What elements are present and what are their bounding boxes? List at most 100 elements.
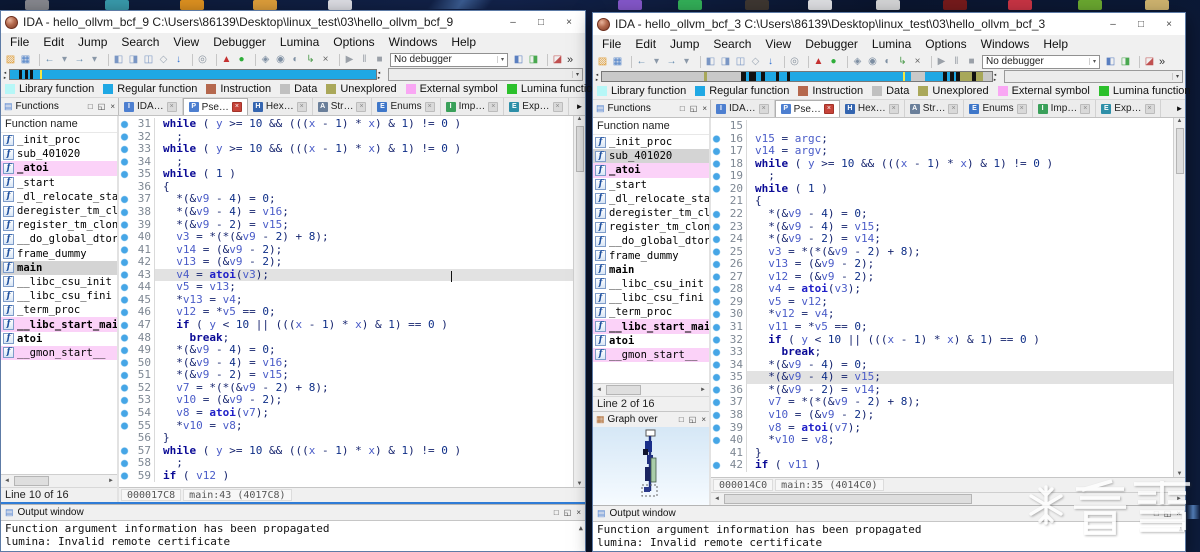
attach-process-icon[interactable]: ◨ bbox=[526, 52, 541, 67]
desktop-icon[interactable] bbox=[1145, 0, 1169, 10]
minimize-button[interactable]: – bbox=[1099, 15, 1127, 34]
function-row[interactable]: f __do_global_dtors_au bbox=[593, 234, 709, 248]
debug-stop-icon[interactable]: ■ bbox=[964, 54, 979, 69]
menu-item[interactable]: Edit bbox=[628, 37, 663, 51]
tab-strings[interactable]: A Str… × bbox=[312, 98, 373, 115]
menu-item[interactable]: Edit bbox=[36, 35, 71, 49]
output-log[interactable]: ▲ Function argument information has been… bbox=[593, 522, 1185, 551]
tab-pseudocode[interactable]: P Pse… × bbox=[774, 100, 840, 117]
tab-ida-view[interactable]: I IDA… × bbox=[119, 98, 183, 115]
function-row[interactable]: f atoi bbox=[1, 332, 117, 346]
open-subview-icon[interactable]: ◫ bbox=[141, 52, 156, 67]
tab-hex-view[interactable]: H Hex… × bbox=[839, 100, 905, 117]
code-vscrollbar[interactable]: ▲ ▼ bbox=[1173, 118, 1185, 477]
function-row[interactable]: f _term_proc bbox=[1, 303, 117, 317]
scroll-up-icon[interactable]: ▲ bbox=[579, 522, 583, 535]
scroll-down-icon[interactable]: ▼ bbox=[1177, 471, 1183, 477]
debug-pause-icon[interactable]: ‖ bbox=[357, 52, 372, 67]
trace-window-icon[interactable]: ◐ bbox=[288, 52, 303, 67]
scroll-left-icon[interactable]: ◄ bbox=[1, 478, 13, 484]
tab-hex-view[interactable]: H Hex… × bbox=[247, 98, 313, 115]
functions-hscrollbar[interactable]: ◄ ► bbox=[593, 383, 709, 396]
minimize-button[interactable]: – bbox=[499, 13, 527, 32]
close-button[interactable]: × bbox=[555, 13, 583, 32]
function-row[interactable]: f __libc_csu_fini bbox=[593, 291, 709, 305]
code-line[interactable]: 18 while ( y >= 10 && (((x - 1) * x) & 1… bbox=[711, 157, 1185, 171]
panel-close-icon[interactable]: × bbox=[576, 508, 581, 517]
pseudocode-lines[interactable]: 31 while ( y >= 10 && (((x - 1) * x) & 1… bbox=[119, 116, 585, 487]
call-stack-icon[interactable]: ◉ bbox=[865, 54, 880, 69]
flowchart-icon[interactable]: ▲ bbox=[811, 54, 826, 69]
function-row[interactable]: f deregister_tm_clones bbox=[1, 204, 117, 218]
code-line[interactable]: 20 while ( 1 ) bbox=[711, 182, 1185, 196]
desktop-icon[interactable] bbox=[180, 0, 204, 10]
code-line[interactable]: 28 v4 = atoi(v3); bbox=[711, 283, 1185, 296]
debug-stop-icon[interactable]: ■ bbox=[372, 52, 387, 67]
nav-back-icon[interactable]: ← bbox=[634, 54, 649, 69]
trace-window-icon[interactable]: ◐ bbox=[880, 54, 895, 69]
panel-maximize-icon[interactable]: □ bbox=[1154, 509, 1159, 518]
code-line[interactable]: 40 *v10 = v8; bbox=[711, 433, 1185, 447]
code-line[interactable]: 15 bbox=[711, 119, 1185, 133]
desktop-icon[interactable] bbox=[1008, 0, 1032, 10]
function-row[interactable]: f __libc_csu_init bbox=[593, 277, 709, 291]
step-into-icon[interactable]: ↳ bbox=[303, 52, 318, 67]
code-line[interactable]: 35 while ( 1 ) bbox=[119, 167, 585, 181]
windows-list-icon[interactable]: ◪ bbox=[1142, 54, 1157, 69]
nav-forward-icon[interactable]: → bbox=[664, 54, 679, 69]
open-subview-icon[interactable]: ◧ bbox=[111, 52, 126, 67]
save-icon[interactable]: ▦ bbox=[18, 52, 33, 67]
function-row[interactable]: f _dl_relocate_static_ bbox=[1, 190, 117, 204]
code-line[interactable]: 49 *(&v9 - 4) = 0; bbox=[119, 343, 585, 357]
navband-step-right[interactable]: ◄ ► bbox=[993, 72, 999, 82]
navigation-band[interactable] bbox=[601, 71, 993, 82]
function-row[interactable]: f _init_proc bbox=[593, 135, 709, 149]
output-window-header[interactable]: ▤ Output window □ ◱ × bbox=[1, 505, 585, 521]
menu-item[interactable]: Help bbox=[1036, 37, 1075, 51]
scroll-down-icon[interactable]: ▼ bbox=[577, 481, 583, 487]
call-stack-icon[interactable]: ◉ bbox=[273, 52, 288, 67]
tab-enums[interactable]: E Enums × bbox=[372, 98, 441, 115]
function-row[interactable]: f register_tm_clones bbox=[593, 220, 709, 234]
menu-item[interactable]: Jump bbox=[663, 37, 706, 51]
code-line[interactable]: 33 break; bbox=[711, 345, 1185, 359]
functions-hscrollbar[interactable]: ◄ ► bbox=[1, 474, 117, 487]
open-subview-icon[interactable]: ◫ bbox=[733, 54, 748, 69]
menu-item[interactable]: Lumina bbox=[865, 37, 918, 51]
step-into-icon[interactable]: ↳ bbox=[895, 54, 910, 69]
menu-item[interactable]: Search bbox=[114, 35, 166, 49]
menu-item[interactable]: Lumina bbox=[273, 35, 326, 49]
desktop-icon[interactable] bbox=[876, 0, 900, 10]
code-line[interactable]: 57 while ( y >= 10 && (((x - 1) * x) & 1… bbox=[119, 444, 585, 458]
pseudocode-lines[interactable]: 15 16 v15 = argc; 17 v14 = argv; 18 whil… bbox=[711, 118, 1185, 477]
functions-column-header[interactable]: Function name bbox=[593, 118, 709, 135]
nav-back-caret-icon[interactable]: ▾ bbox=[649, 54, 664, 69]
tab-scroll-right-icon[interactable]: ► bbox=[1174, 100, 1185, 117]
code-line[interactable]: 24 *(&v9 - 2) = v14; bbox=[711, 232, 1185, 246]
function-row[interactable]: f _atoi bbox=[1, 161, 117, 176]
debug-play-icon[interactable]: ▶ bbox=[342, 52, 357, 67]
tab-close-icon[interactable]: × bbox=[758, 103, 769, 114]
scroll-thumb[interactable] bbox=[14, 476, 49, 486]
save-icon[interactable]: ▦ bbox=[610, 54, 625, 69]
debug-pause-icon[interactable]: ‖ bbox=[949, 54, 964, 69]
tab-close-icon[interactable]: × bbox=[231, 102, 242, 112]
nav-forward-caret-icon[interactable]: ▾ bbox=[87, 52, 102, 67]
function-row[interactable]: f register_tm_clones bbox=[1, 218, 117, 232]
panel-float-icon[interactable]: ◱ bbox=[1164, 509, 1172, 518]
tab-close-icon[interactable]: × bbox=[948, 103, 959, 114]
panel-close-icon[interactable]: × bbox=[701, 415, 706, 424]
search-icon[interactable]: ◎ bbox=[195, 52, 210, 67]
function-row[interactable]: f main bbox=[593, 263, 709, 277]
tab-close-icon[interactable]: × bbox=[1080, 103, 1091, 114]
code-line[interactable]: 38 *(&v9 - 4) = v16; bbox=[119, 205, 585, 219]
function-row[interactable]: f frame_dummy bbox=[593, 249, 709, 263]
function-row[interactable]: f __libc_csu_init bbox=[1, 275, 117, 289]
tab-close-icon[interactable]: × bbox=[166, 101, 177, 112]
menu-item[interactable]: Help bbox=[444, 35, 483, 49]
remote-debug-icon[interactable]: ◧ bbox=[1103, 54, 1118, 69]
function-row[interactable]: f _atoi bbox=[593, 163, 709, 178]
function-row[interactable]: f __libc_start_main bbox=[1, 317, 117, 332]
desktop-icon[interactable] bbox=[678, 0, 702, 10]
start-analysis-icon[interactable]: ● bbox=[826, 54, 841, 69]
